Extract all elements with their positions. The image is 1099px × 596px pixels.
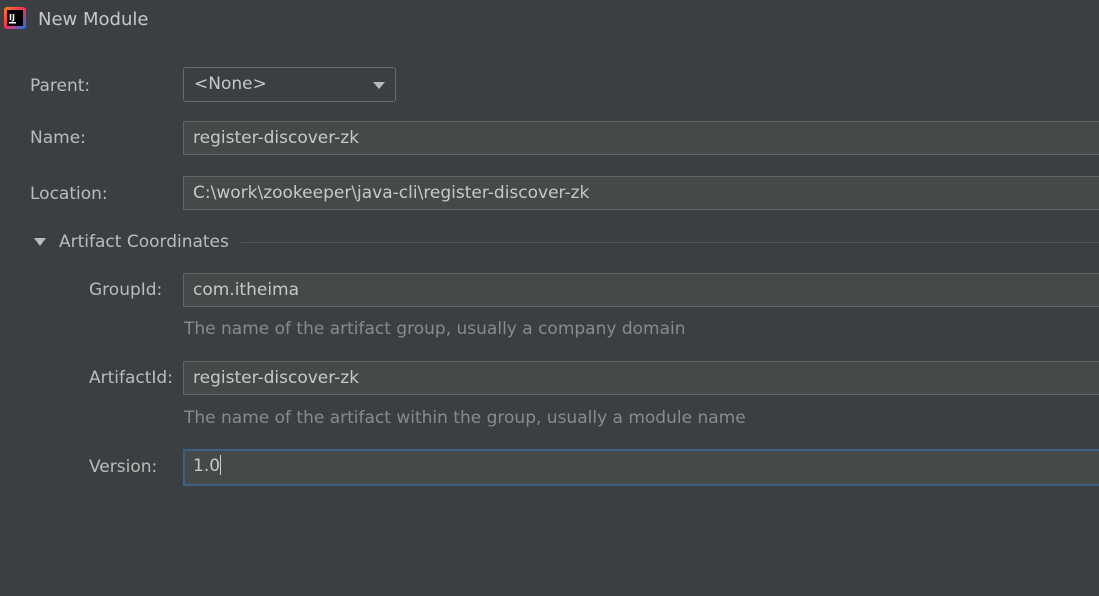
version-field-value: 1.0 [193, 456, 221, 476]
intellij-idea-icon: IJ [4, 7, 26, 29]
svg-text:IJ: IJ [9, 13, 15, 22]
artifactid-field[interactable]: register-discover-zk [183, 361, 1099, 395]
text-caret [220, 454, 222, 475]
new-module-dialog: IJ New Module Parent: <None> Name: regis… [0, 0, 1099, 596]
artifact-coordinates-title: Artifact Coordinates [59, 232, 229, 252]
version-label: Version: [89, 457, 158, 477]
location-label: Location: [30, 184, 108, 204]
artifactid-field-value: register-discover-zk [193, 368, 360, 388]
window-title: New Module [38, 9, 149, 30]
name-field-value: register-discover-zk [193, 128, 360, 148]
name-field[interactable]: register-discover-zk [183, 121, 1099, 155]
groupid-field[interactable]: com.itheima [183, 273, 1099, 307]
artifactid-hint: The name of the artifact within the grou… [184, 408, 746, 428]
groupid-field-value: com.itheima [193, 280, 300, 300]
location-field[interactable]: C:\work\zookeeper\java-cli\register-disc… [183, 176, 1099, 210]
version-field[interactable]: 1.0 [183, 449, 1099, 486]
parent-selected-value: <None> [194, 74, 267, 94]
location-field-value: C:\work\zookeeper\java-cli\register-disc… [193, 183, 590, 203]
triangle-down-icon [34, 238, 46, 246]
groupid-label: GroupId: [89, 280, 163, 300]
groupid-hint: The name of the artifact group, usually … [184, 319, 686, 339]
title-bar: IJ New Module [0, 0, 1099, 40]
section-divider [241, 242, 1099, 243]
parent-label: Parent: [30, 76, 91, 96]
name-label: Name: [30, 128, 86, 148]
artifactid-label: ArtifactId: [89, 368, 173, 388]
parent-dropdown[interactable]: <None> [183, 67, 396, 102]
chevron-down-icon [373, 82, 385, 89]
